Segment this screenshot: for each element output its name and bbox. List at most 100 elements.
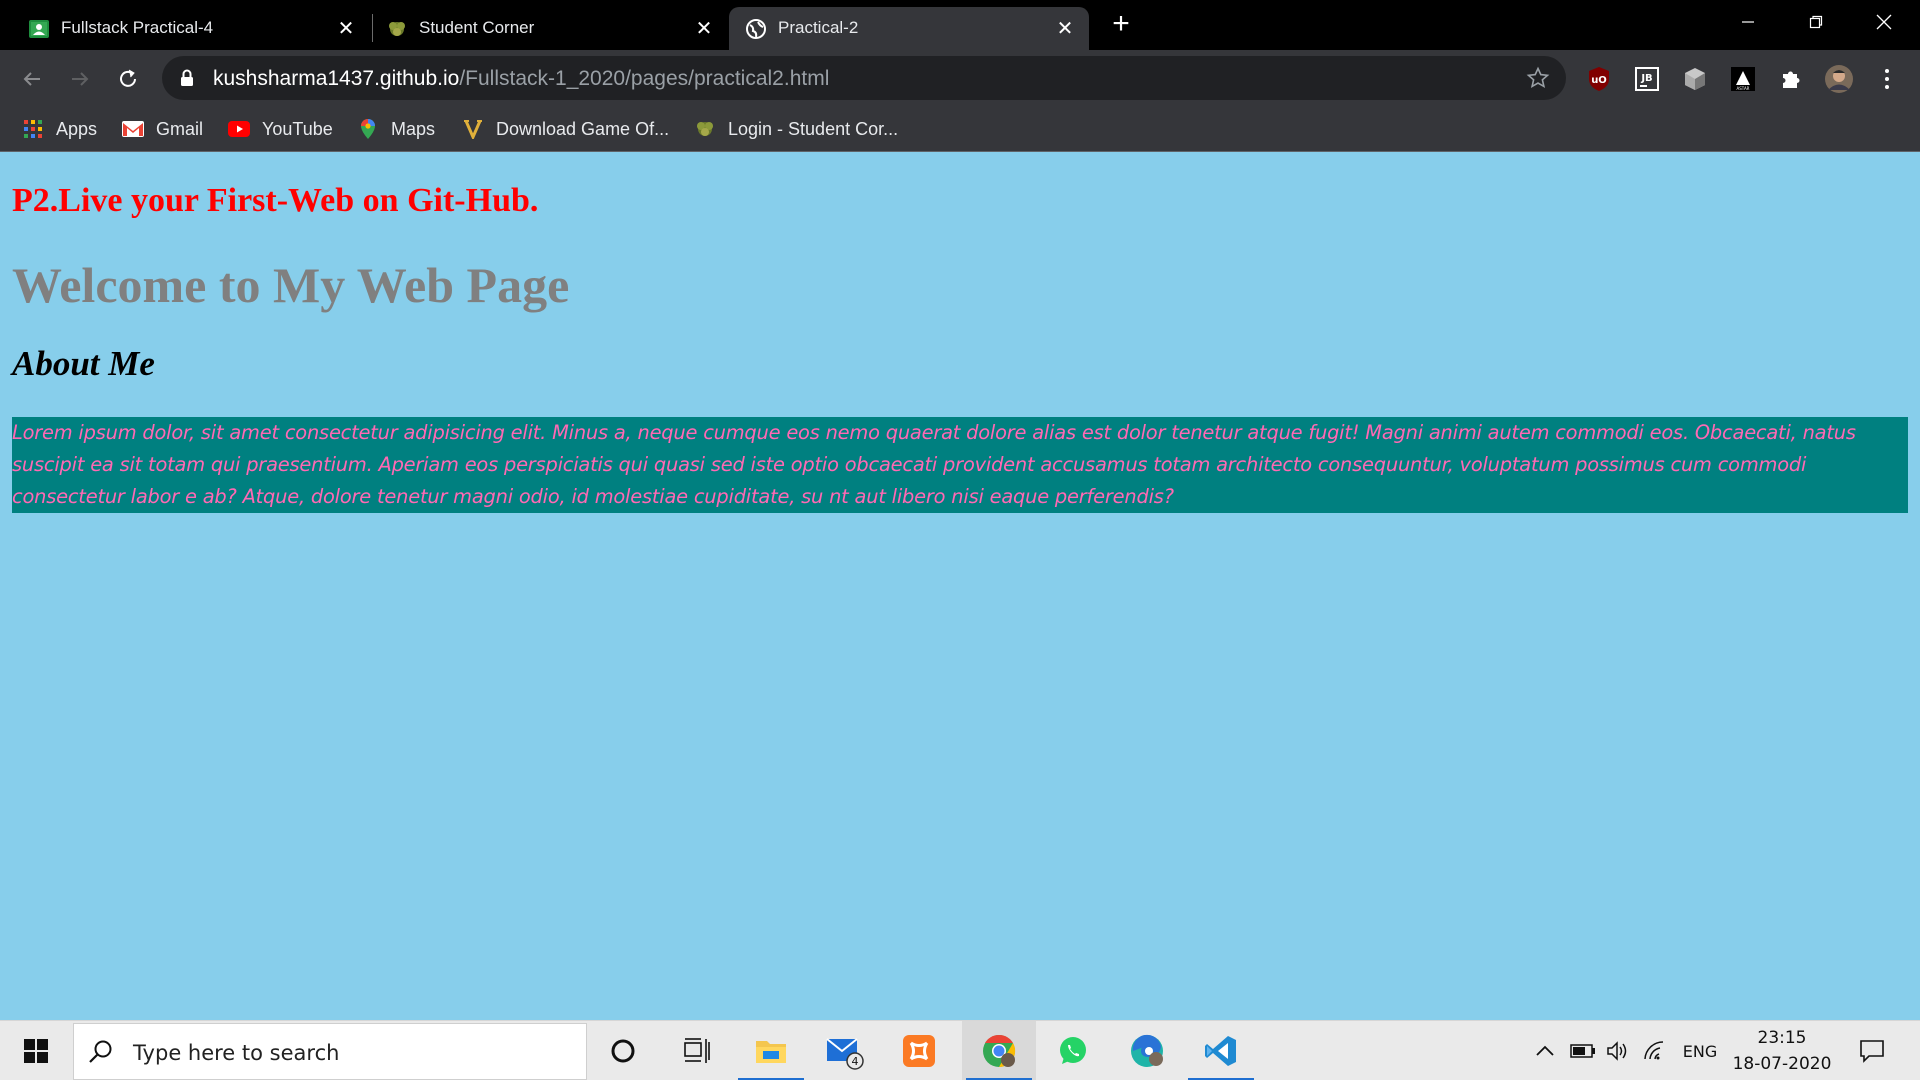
system-clock[interactable]: 23:15 18-07-2020 bbox=[1727, 1025, 1837, 1077]
edge-button[interactable] bbox=[1110, 1021, 1184, 1080]
apps-grid-icon bbox=[22, 118, 44, 140]
bookmark-apps[interactable]: Apps bbox=[22, 116, 97, 142]
bookmark-star-icon[interactable] bbox=[1526, 66, 1550, 95]
tab-fullstack-practical-4[interactable]: Fullstack Practical-4 ✕ bbox=[12, 7, 370, 50]
restore-icon bbox=[1809, 15, 1823, 29]
bookmark-label: Gmail bbox=[156, 118, 204, 139]
web-page-content: P2.Live your First-Web on Git-Hub. Welco… bbox=[0, 152, 1920, 1020]
search-icon bbox=[88, 1039, 114, 1070]
restore-button[interactable] bbox=[1782, 0, 1850, 44]
chrome-button[interactable] bbox=[962, 1021, 1036, 1080]
battery-icon bbox=[1570, 1044, 1595, 1058]
wifi-icon bbox=[1644, 1041, 1664, 1060]
bookmark-label: Download Game Of... bbox=[496, 118, 670, 139]
globe-icon bbox=[745, 18, 767, 40]
xampp-icon bbox=[903, 1035, 935, 1067]
svg-text:ASTAR: ASTAR bbox=[1737, 86, 1750, 91]
forward-button[interactable] bbox=[64, 63, 96, 95]
forward-arrow-icon bbox=[72, 72, 89, 86]
url-path: /Fullstack-1_2020/pages/practical2.html bbox=[459, 67, 830, 90]
bookmark-youtube[interactable]: YouTube bbox=[228, 116, 333, 142]
astar-extension-icon[interactable]: ASTAR bbox=[1728, 64, 1758, 94]
bookmark-download-game[interactable]: Download Game Of... bbox=[462, 116, 669, 142]
chrome-icon bbox=[983, 1034, 1016, 1068]
bookmarks-bar: Apps Gmail YouTube Maps Download Game Of… bbox=[0, 106, 1920, 152]
speaker-icon bbox=[1607, 1041, 1627, 1061]
minimize-button[interactable] bbox=[1714, 0, 1782, 44]
url-text[interactable]: kushsharma1437.github.io/Fullstack-1_202… bbox=[213, 67, 829, 91]
start-button[interactable] bbox=[0, 1021, 72, 1080]
url-host: kushsharma1437.github.io bbox=[213, 67, 460, 90]
notification-icon bbox=[1860, 1040, 1884, 1063]
file-explorer-button[interactable] bbox=[734, 1021, 808, 1080]
address-bar[interactable]: kushsharma1437.github.io/Fullstack-1_202… bbox=[162, 56, 1566, 100]
battery-button[interactable] bbox=[1568, 1021, 1598, 1080]
bookmark-label: Apps bbox=[56, 118, 98, 139]
back-button[interactable] bbox=[16, 63, 48, 95]
taskbar-search-box[interactable]: Type here to search bbox=[73, 1023, 587, 1080]
tab-practical-2[interactable]: Practical-2 ✕ bbox=[729, 7, 1089, 50]
v-logo-icon bbox=[462, 118, 484, 140]
bookmark-maps[interactable]: Maps bbox=[357, 116, 435, 142]
whatsapp-icon bbox=[1060, 1037, 1086, 1064]
volume-button[interactable] bbox=[1604, 1021, 1634, 1080]
mail-button[interactable]: 4 bbox=[808, 1021, 882, 1080]
close-window-button[interactable] bbox=[1850, 0, 1918, 44]
about-paragraph: Lorem ipsum dolor, sit amet consectetur … bbox=[12, 417, 1908, 513]
student-corner-icon bbox=[694, 118, 716, 140]
bookmark-label: Maps bbox=[391, 118, 436, 139]
mail-badge: 4 bbox=[852, 1055, 859, 1068]
bookmark-label: YouTube bbox=[262, 118, 333, 139]
youtube-icon bbox=[228, 118, 250, 140]
tab-title: Fullstack Practical-4 bbox=[61, 18, 214, 37]
tab-strip: Fullstack Practical-4 ✕ Student Corner ✕… bbox=[0, 0, 1920, 50]
reload-icon bbox=[120, 69, 136, 87]
bookmark-login-student-corner[interactable]: Login - Student Cor... bbox=[694, 116, 898, 142]
windows-logo-icon bbox=[24, 1039, 48, 1063]
welcome-heading: Welcome to My Web Page bbox=[12, 257, 570, 313]
cortana-button[interactable] bbox=[586, 1021, 660, 1080]
tab-title: Student Corner bbox=[419, 18, 535, 37]
input-language-button[interactable]: ENG bbox=[1676, 1021, 1724, 1080]
close-icon bbox=[1876, 14, 1892, 30]
cortana-circle-icon bbox=[611, 1039, 635, 1063]
minimize-icon bbox=[1742, 21, 1754, 23]
task-view-icon bbox=[684, 1038, 710, 1063]
bookmark-label: Login - Student Cor... bbox=[728, 118, 899, 139]
jetbrains-icon[interactable]: JB bbox=[1632, 64, 1662, 94]
whatsapp-button[interactable] bbox=[1036, 1021, 1110, 1080]
action-center-button[interactable] bbox=[1852, 1021, 1892, 1080]
practical-heading: P2.Live your First-Web on Git-Hub. bbox=[12, 182, 539, 219]
tab-close-icon[interactable]: ✕ bbox=[1053, 16, 1077, 40]
xampp-button[interactable] bbox=[882, 1021, 956, 1080]
new-tab-button[interactable]: + bbox=[1106, 9, 1136, 40]
clock-time: 23:15 bbox=[1757, 1028, 1807, 1048]
network-button[interactable] bbox=[1640, 1021, 1670, 1080]
student-corner-icon bbox=[386, 18, 408, 40]
show-hidden-icons-button[interactable] bbox=[1530, 1021, 1560, 1080]
reload-button[interactable] bbox=[112, 63, 144, 95]
back-arrow-icon bbox=[23, 72, 40, 86]
clock-date: 18-07-2020 bbox=[1732, 1054, 1832, 1074]
chrome-menu-button[interactable] bbox=[1872, 64, 1902, 94]
svg-text:uO: uO bbox=[1591, 75, 1607, 86]
task-view-button[interactable] bbox=[660, 1021, 734, 1080]
svg-text:JB: JB bbox=[1640, 73, 1652, 84]
vscode-button[interactable] bbox=[1184, 1021, 1258, 1080]
maps-pin-icon bbox=[357, 118, 379, 140]
tab-title: Practical-2 bbox=[778, 18, 859, 37]
windows-taskbar: Type here to search 4 ENG 23:15 18-07-20… bbox=[0, 1020, 1920, 1080]
edge-icon bbox=[1131, 1034, 1163, 1067]
lock-icon bbox=[180, 69, 194, 92]
bookmark-gmail[interactable]: Gmail bbox=[122, 116, 203, 142]
puzzle-icon[interactable] bbox=[1776, 64, 1806, 94]
tab-close-icon[interactable]: ✕ bbox=[692, 16, 716, 40]
tab-close-icon[interactable]: ✕ bbox=[334, 16, 358, 40]
profile-avatar[interactable] bbox=[1824, 64, 1854, 94]
chevron-up-icon bbox=[1536, 1045, 1554, 1056]
browser-toolbar: kushsharma1437.github.io/Fullstack-1_202… bbox=[0, 50, 1920, 106]
ublock-icon[interactable]: uO bbox=[1584, 64, 1614, 94]
more-vertical-icon bbox=[1885, 69, 1889, 89]
tab-student-corner[interactable]: Student Corner ✕ bbox=[370, 7, 728, 50]
box-extension-icon[interactable] bbox=[1680, 64, 1710, 94]
